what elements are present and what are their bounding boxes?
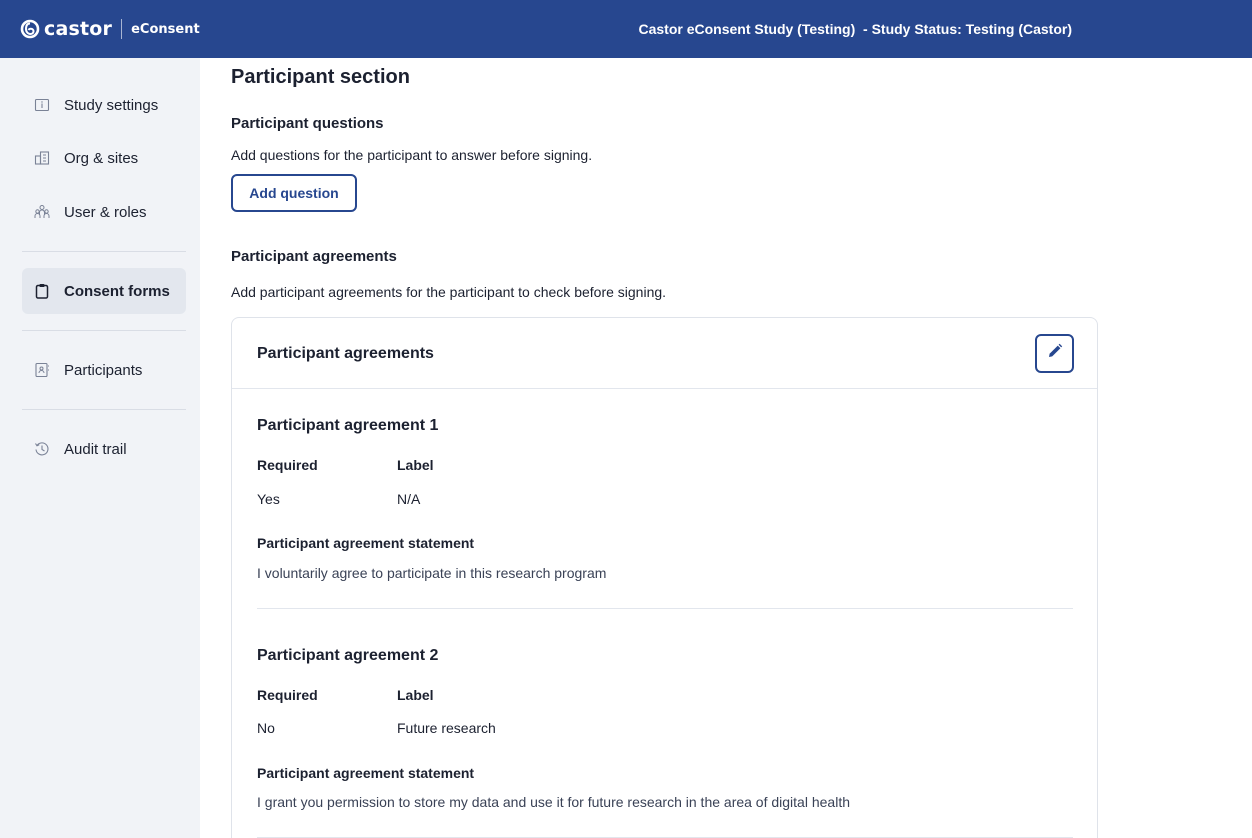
agreements-description: Add participant agreements for the parti… [231, 284, 667, 300]
sidebar: Study settings Org & sites User & roles … [0, 58, 200, 838]
clipboard-icon [34, 283, 50, 299]
agreements-card: Participant agreements Participant agree… [231, 317, 1098, 838]
edit-agreements-button[interactable] [1035, 334, 1074, 373]
sidebar-item-study-settings[interactable]: Study settings [22, 82, 186, 128]
castor-logo-icon [20, 19, 40, 39]
product-name: eConsent [131, 21, 200, 37]
brand[interactable]: castor eConsent [0, 18, 200, 40]
sidebar-divider [22, 409, 186, 410]
info-window-icon [34, 97, 50, 113]
required-value: No [257, 720, 275, 736]
required-header: Required [257, 687, 318, 703]
brand-name: castor [44, 18, 113, 40]
agreement-title: Participant agreement 2 [257, 647, 439, 664]
pencil-icon [1046, 342, 1064, 365]
sidebar-item-org-sites[interactable]: Org & sites [22, 135, 186, 181]
brand-divider [121, 19, 123, 39]
statement-header: Participant agreement statement [257, 535, 475, 551]
questions-description: Add questions for the participant to ans… [231, 147, 593, 163]
contact-book-icon [34, 362, 50, 378]
sidebar-divider [22, 251, 186, 252]
sidebar-item-label: Consent forms [64, 282, 170, 300]
statement-header: Participant agreement statement [257, 765, 475, 781]
label-header: Label [397, 687, 434, 703]
required-header: Required [257, 457, 318, 473]
top-bar: castor eConsent Castor eConsent Study (T… [0, 0, 1252, 58]
study-status: Castor eConsent Study (Testing) - Study … [638, 21, 1072, 37]
required-value: Yes [257, 491, 280, 507]
sidebar-item-label: User & roles [64, 203, 147, 221]
agreement-title: Participant agreement 1 [257, 417, 439, 434]
label-value: Future research [397, 720, 496, 736]
agreements-heading: Participant agreements [231, 248, 397, 265]
sidebar-item-user-roles[interactable]: User & roles [22, 189, 186, 235]
building-icon [34, 150, 50, 166]
sidebar-item-audit-trail[interactable]: Audit trail [22, 426, 186, 472]
card-title: Participant agreements [257, 345, 434, 362]
card-header: Participant agreements [232, 318, 1097, 389]
statement-text: I grant you permission to store my data … [257, 794, 850, 810]
label-value: N/A [397, 491, 421, 507]
page-title: Participant section [231, 66, 410, 88]
add-question-button[interactable]: Add question [231, 174, 357, 212]
history-icon [34, 441, 50, 457]
agreement-divider [257, 608, 1073, 609]
users-icon [34, 204, 50, 220]
sidebar-item-consent-forms[interactable]: Consent forms [22, 268, 186, 314]
questions-heading: Participant questions [231, 115, 384, 132]
sidebar-item-label: Study settings [64, 96, 159, 114]
label-header: Label [397, 457, 434, 473]
sidebar-item-label: Org & sites [64, 149, 139, 167]
sidebar-item-label: Audit trail [64, 440, 127, 458]
sidebar-divider [22, 330, 186, 331]
sidebar-item-participants[interactable]: Participants [22, 347, 186, 393]
statement-text: I voluntarily agree to participate in th… [257, 565, 607, 581]
sidebar-item-label: Participants [64, 361, 143, 379]
